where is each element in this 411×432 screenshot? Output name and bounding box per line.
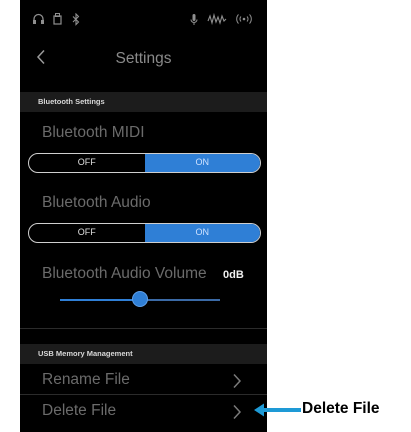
volume-slider-handle[interactable] bbox=[132, 291, 148, 307]
menu-item-delete-file[interactable]: Delete File bbox=[20, 396, 267, 426]
bluetooth-midi-on-option[interactable]: ON bbox=[144, 154, 260, 172]
arrow-left-icon bbox=[254, 403, 301, 417]
divider bbox=[20, 394, 267, 395]
volume-slider-fill bbox=[60, 299, 140, 301]
section-header-usb-memory: USB Memory Management bbox=[20, 344, 267, 364]
divider bbox=[20, 328, 267, 329]
callout-label: Delete File bbox=[302, 400, 380, 417]
chevron-right-icon bbox=[232, 373, 242, 392]
page-title: Settings bbox=[115, 50, 172, 67]
menu-item-label: Rename File bbox=[42, 371, 130, 388]
bluetooth-midi-off-option[interactable]: OFF bbox=[29, 154, 145, 172]
status-bar bbox=[20, 0, 267, 40]
bluetooth-midi-label: Bluetooth MIDI bbox=[42, 124, 145, 141]
microphone-icon bbox=[190, 13, 198, 29]
chevron-right-icon bbox=[232, 404, 242, 423]
menu-item-label: Delete File bbox=[42, 402, 117, 419]
bluetooth-audio-volume-label: Bluetooth Audio Volume bbox=[42, 265, 207, 282]
audio-wave-icon bbox=[207, 12, 227, 28]
bluetooth-audio-label: Bluetooth Audio bbox=[42, 194, 151, 211]
settings-screen: Settings Bluetooth Settings Bluetooth MI… bbox=[20, 0, 267, 432]
headphones-icon bbox=[32, 13, 45, 28]
bluetooth-audio-on-option[interactable]: ON bbox=[144, 224, 260, 242]
section-header-bluetooth: Bluetooth Settings bbox=[20, 92, 267, 112]
menu-item-rename-file[interactable]: Rename File bbox=[20, 366, 267, 396]
bluetooth-icon bbox=[72, 12, 80, 29]
header: Settings bbox=[20, 40, 267, 78]
bluetooth-audio-toggle[interactable]: OFF ON bbox=[28, 223, 261, 243]
bluetooth-midi-toggle[interactable]: OFF ON bbox=[28, 153, 261, 173]
usb-icon bbox=[53, 13, 62, 28]
bluetooth-audio-off-option[interactable]: OFF bbox=[29, 224, 145, 242]
bluetooth-audio-volume-value: 0dB bbox=[223, 269, 244, 281]
wireless-signal-icon bbox=[235, 13, 253, 28]
